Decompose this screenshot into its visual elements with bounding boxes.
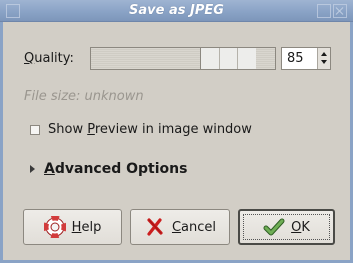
advanced-options-expander[interactable]: Advanced Options <box>44 161 187 177</box>
spin-down-icon[interactable] <box>321 60 327 64</box>
ok-label: OK <box>291 219 310 235</box>
spin-arrows[interactable] <box>317 48 330 69</box>
show-preview-checkbox[interactable] <box>30 125 40 135</box>
cancel-label: Cancel <box>171 219 217 235</box>
help-label: Help <box>71 219 102 235</box>
help-button[interactable]: Help <box>23 209 122 245</box>
spin-up-icon[interactable] <box>321 52 327 56</box>
lifebuoy-icon <box>43 216 66 238</box>
quality-slider-thumb[interactable] <box>200 48 257 69</box>
ok-button[interactable]: OK <box>238 209 335 245</box>
green-check-icon <box>263 218 285 236</box>
expander-arrow-icon[interactable] <box>30 165 35 173</box>
quality-value[interactable]: 85 <box>287 51 304 66</box>
quality-slider[interactable] <box>90 47 276 70</box>
title-bar[interactable]: Save as JPEG <box>0 0 353 22</box>
close-icon[interactable] <box>333 4 347 18</box>
cancel-button[interactable]: Cancel <box>130 209 230 245</box>
quality-spinbutton[interactable]: 85 <box>281 47 331 70</box>
window-title: Save as JPEG <box>129 3 224 18</box>
show-preview-label[interactable]: Show Preview in image window <box>48 122 252 137</box>
file-size-label: File size: unknown <box>24 89 144 104</box>
quality-label: Quality: <box>24 51 74 66</box>
red-x-icon <box>147 218 163 236</box>
maximize-icon[interactable] <box>317 4 331 18</box>
